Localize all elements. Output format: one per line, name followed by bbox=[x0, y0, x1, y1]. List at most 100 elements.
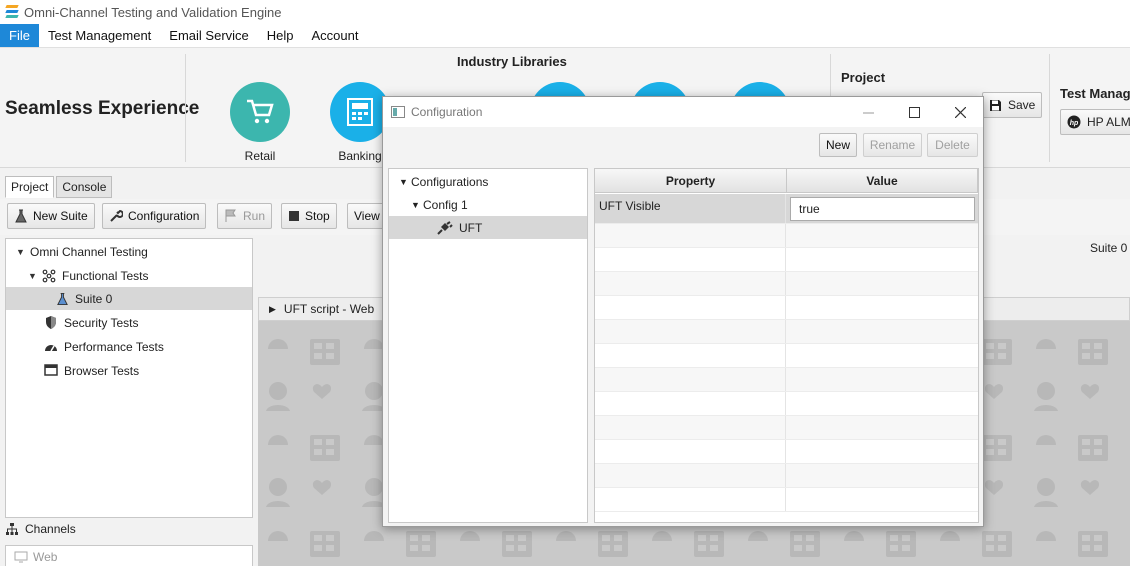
menu-account[interactable]: Account bbox=[303, 24, 368, 47]
empty-cell bbox=[595, 464, 786, 487]
tree-item-config-1[interactable]: ▼ Config 1 bbox=[389, 193, 587, 216]
panel-tabs: Project Console bbox=[5, 176, 114, 198]
tree-item-omni-channel-testing[interactable]: ▼ Omni Channel Testing bbox=[6, 240, 252, 263]
empty-cell bbox=[595, 344, 786, 367]
save-button[interactable]: Save bbox=[982, 92, 1043, 118]
hp-logo-icon: hp bbox=[1067, 115, 1081, 129]
table-row bbox=[595, 392, 978, 416]
cart-icon bbox=[230, 82, 290, 142]
ribbon-divider bbox=[185, 54, 186, 162]
expand-arrow-icon: ▼ bbox=[399, 176, 408, 187]
menu-test-management[interactable]: Test Management bbox=[39, 24, 160, 47]
expand-arrow-icon: ▼ bbox=[16, 246, 25, 257]
wrench-icon bbox=[109, 209, 123, 223]
column-header-value[interactable]: Value bbox=[787, 169, 978, 193]
browser-window-icon bbox=[44, 364, 58, 377]
svg-text:hp: hp bbox=[1070, 120, 1079, 127]
hierarchy-icon bbox=[5, 522, 19, 536]
new-suite-button[interactable]: New Suite bbox=[7, 203, 95, 229]
shield-icon bbox=[44, 315, 58, 330]
app-logo-icon bbox=[5, 5, 19, 19]
menu-email-service[interactable]: Email Service bbox=[160, 24, 257, 47]
empty-cell bbox=[595, 224, 786, 247]
window-titlebar: Omni-Channel Testing and Validation Engi… bbox=[0, 0, 1130, 24]
tree-item-security-tests[interactable]: Security Tests bbox=[6, 311, 252, 334]
plug-icon bbox=[437, 220, 453, 235]
channel-web-label: Web bbox=[33, 550, 58, 564]
configuration-button[interactable]: Configuration bbox=[102, 203, 207, 229]
uft-script-title: UFT script - Web bbox=[283, 302, 375, 316]
close-button[interactable] bbox=[937, 97, 983, 127]
table-row bbox=[595, 368, 978, 392]
flask-icon bbox=[14, 209, 28, 223]
tree-item-label: Omni Channel Testing bbox=[30, 244, 148, 259]
empty-cell bbox=[595, 368, 786, 391]
tree-item-functional-tests[interactable]: ▼ Functional Tests bbox=[6, 264, 252, 287]
channels-section: Channels bbox=[5, 522, 76, 536]
library-label: Retail bbox=[244, 149, 276, 163]
empty-cell bbox=[595, 488, 786, 511]
channels-label: Channels bbox=[25, 522, 76, 536]
project-tree: ▼ Omni Channel Testing ▼ Functional Test… bbox=[5, 238, 253, 518]
table-row bbox=[595, 464, 978, 488]
tree-item-suite-0[interactable]: Suite 0 bbox=[6, 287, 252, 310]
maximize-button[interactable] bbox=[891, 97, 937, 127]
industry-libraries-title: Industry Libraries bbox=[457, 54, 567, 69]
stop-button[interactable]: Stop bbox=[281, 203, 337, 229]
new-suite-label: New Suite bbox=[33, 209, 88, 223]
view-label: View bbox=[354, 209, 380, 223]
hp-alm-label: HP ALM bbox=[1087, 115, 1130, 129]
window-icon bbox=[391, 106, 405, 118]
channel-web-item[interactable]: Web bbox=[5, 545, 253, 566]
rename-config-button[interactable]: Rename bbox=[863, 133, 922, 157]
tab-project[interactable]: Project bbox=[5, 176, 55, 198]
empty-cell bbox=[595, 440, 786, 463]
view-button[interactable]: View bbox=[347, 203, 387, 229]
tree-item-performance-tests[interactable]: Performance Tests bbox=[6, 335, 252, 358]
table-row[interactable]: UFT Visible true bbox=[595, 194, 978, 224]
tree-item-label: Security Tests bbox=[64, 315, 139, 330]
tree-item-configurations[interactable]: ▼ Configurations bbox=[389, 170, 587, 193]
table-row bbox=[595, 440, 978, 464]
tree-item-uft[interactable]: UFT bbox=[389, 216, 587, 239]
project-section-title: Project bbox=[841, 70, 886, 85]
expand-arrow-icon: ▼ bbox=[411, 199, 420, 210]
hp-alm-button[interactable]: hp HP ALM bbox=[1060, 109, 1130, 135]
minimize-button[interactable] bbox=[845, 97, 891, 127]
property-cell: UFT Visible bbox=[595, 194, 786, 223]
run-label: Run bbox=[243, 209, 266, 223]
table-row bbox=[595, 224, 978, 248]
table-row bbox=[595, 320, 978, 344]
tree-item-browser-tests[interactable]: Browser Tests bbox=[6, 359, 252, 382]
delete-config-button[interactable]: Delete bbox=[927, 133, 978, 157]
empty-cell bbox=[595, 296, 786, 319]
run-button[interactable]: Run bbox=[217, 203, 273, 229]
stop-label: Stop bbox=[305, 209, 330, 223]
tree-item-label: UFT bbox=[459, 220, 483, 235]
configurations-tree: ▼ Configurations ▼ Config 1 UFT bbox=[388, 168, 588, 523]
tree-item-label: Functional Tests bbox=[62, 268, 149, 283]
suite-name-label: Suite 0 bbox=[1090, 241, 1128, 255]
table-row bbox=[595, 248, 978, 272]
tree-item-label: Configurations bbox=[411, 174, 489, 189]
menu-help[interactable]: Help bbox=[258, 24, 303, 47]
tree-item-label: Suite 0 bbox=[75, 291, 113, 306]
column-header-property[interactable]: Property bbox=[595, 169, 787, 193]
window-title: Omni-Channel Testing and Validation Engi… bbox=[24, 4, 282, 20]
save-label: Save bbox=[1008, 98, 1036, 112]
brand-title: Seamless Experience bbox=[5, 98, 200, 119]
empty-cell bbox=[595, 272, 786, 295]
tab-console[interactable]: Console bbox=[56, 176, 113, 198]
new-config-button[interactable]: New bbox=[819, 133, 857, 157]
stop-icon bbox=[288, 210, 300, 222]
value-input[interactable]: true bbox=[790, 197, 975, 221]
properties-table: Property Value UFT Visible true bbox=[594, 168, 979, 523]
menu-file[interactable]: File bbox=[0, 24, 39, 47]
configuration-label: Configuration bbox=[128, 209, 200, 223]
empty-cell bbox=[595, 416, 786, 439]
library-retail[interactable]: Retail bbox=[220, 82, 300, 163]
tree-item-label: Browser Tests bbox=[64, 363, 140, 378]
table-row bbox=[595, 488, 978, 512]
speedometer-icon bbox=[44, 341, 58, 353]
flask-icon bbox=[56, 292, 69, 306]
